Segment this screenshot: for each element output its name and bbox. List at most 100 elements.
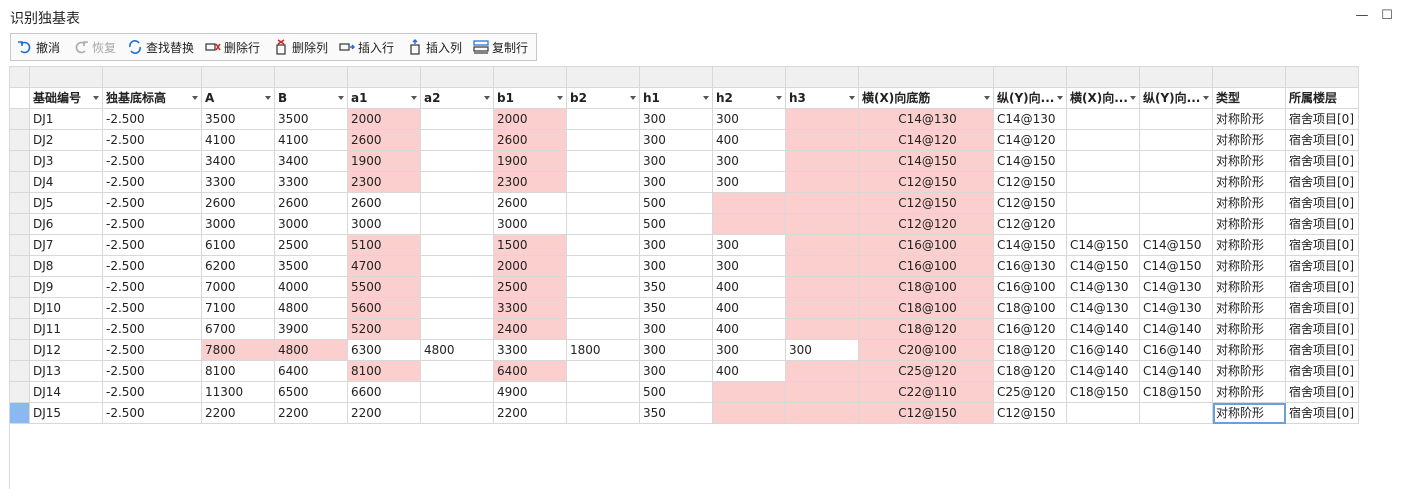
table-cell[interactable] [1066, 213, 1140, 235]
table-cell[interactable] [785, 318, 859, 340]
table-cell[interactable]: C14@130 [1066, 276, 1140, 298]
table-cell[interactable]: 2600 [493, 192, 567, 214]
table-cell[interactable]: DJ8 [29, 255, 103, 277]
table-cell[interactable]: 3000 [201, 213, 275, 235]
table-cell[interactable]: 3500 [274, 108, 348, 130]
filter-dropdown-icon[interactable] [703, 96, 709, 100]
table-cell[interactable]: C14@140 [1066, 318, 1140, 340]
column-header[interactable]: a1 [347, 87, 421, 109]
table-cell[interactable]: 2300 [493, 171, 567, 193]
table-cell[interactable]: C14@130 [993, 108, 1067, 130]
table-cell[interactable]: 4900 [493, 381, 567, 403]
table-cell[interactable]: -2.500 [102, 213, 202, 235]
column-selector[interactable] [29, 66, 103, 88]
table-row[interactable]: DJ11 -2.500 6700 3900 5200 2400 300 400 C18@120 C… [9, 318, 1359, 340]
table-cell[interactable]: 对称阶形 [1212, 171, 1286, 193]
table-cell[interactable]: 350 [639, 297, 713, 319]
table-cell[interactable] [566, 171, 640, 193]
table-cell[interactable] [566, 192, 640, 214]
table-cell[interactable]: 300 [639, 255, 713, 277]
table-cell[interactable]: C12@150 [858, 192, 994, 214]
table-row[interactable]: DJ12 -2.500 7800 4800 6300 4800 3300 1800 300 300… [9, 339, 1359, 361]
table-cell[interactable]: DJ13 [29, 360, 103, 382]
table-cell[interactable] [420, 276, 494, 298]
column-selector[interactable] [639, 66, 713, 88]
table-cell[interactable] [712, 381, 786, 403]
table-cell[interactable]: 2300 [347, 171, 421, 193]
table-cell[interactable] [566, 276, 640, 298]
table-cell[interactable]: -2.500 [102, 360, 202, 382]
table-row[interactable]: DJ15 -2.500 2200 2200 2200 2200 350 C12@150 C12@… [9, 402, 1359, 424]
table-cell[interactable] [1139, 129, 1213, 151]
table-cell[interactable] [566, 255, 640, 277]
table-row[interactable]: DJ10 -2.500 7100 4800 5600 3300 350 400 C18@100 C… [9, 297, 1359, 319]
row-header[interactable] [9, 276, 30, 298]
row-header[interactable] [9, 150, 30, 172]
table-cell[interactable]: 500 [639, 381, 713, 403]
table-cell[interactable]: DJ9 [29, 276, 103, 298]
table-cell[interactable]: -2.500 [102, 129, 202, 151]
table-cell[interactable]: 对称阶形 [1212, 276, 1286, 298]
table-cell[interactable] [420, 297, 494, 319]
table-cell[interactable]: DJ10 [29, 297, 103, 319]
table-cell[interactable]: 1900 [347, 150, 421, 172]
table-cell[interactable]: C18@150 [1066, 381, 1140, 403]
insert-row-button[interactable]: 插入行 [339, 34, 394, 60]
redo-button[interactable]: 恢复 [73, 34, 116, 60]
table-cell[interactable]: 1800 [566, 339, 640, 361]
table-cell[interactable]: C14@130 [1139, 276, 1213, 298]
filter-dropdown-icon[interactable] [630, 96, 636, 100]
column-selector[interactable] [858, 66, 994, 88]
table-cell[interactable]: 对称阶形 [1212, 129, 1286, 151]
table-cell[interactable]: 2600 [347, 192, 421, 214]
undo-button[interactable]: 撤消 [17, 34, 60, 60]
filter-dropdown-icon[interactable] [411, 96, 417, 100]
table-cell[interactable]: 对称阶形 [1212, 192, 1286, 214]
table-cell[interactable]: 2600 [274, 192, 348, 214]
table-cell[interactable] [566, 234, 640, 256]
table-cell[interactable]: 对称阶形 [1212, 339, 1286, 361]
table-cell[interactable] [566, 318, 640, 340]
table-cell[interactable]: 400 [712, 297, 786, 319]
table-cell[interactable]: -2.500 [102, 381, 202, 403]
table-cell[interactable]: 1900 [493, 150, 567, 172]
maximize-button[interactable]: ☐ [1376, 6, 1398, 26]
table-cell[interactable]: 4800 [274, 339, 348, 361]
table-cell[interactable]: DJ4 [29, 171, 103, 193]
table-cell[interactable]: DJ15 [29, 402, 103, 424]
table-cell[interactable]: 宿舍项目[0] [1285, 213, 1359, 235]
table-cell[interactable]: C14@150 [993, 234, 1067, 256]
table-row[interactable]: DJ9 -2.500 7000 4000 5500 2500 350 400 C18@100 C1… [9, 276, 1359, 298]
table-cell[interactable]: C12@120 [858, 213, 994, 235]
table-cell[interactable]: 对称阶形 [1212, 360, 1286, 382]
table-cell[interactable]: C12@150 [993, 402, 1067, 424]
table-cell[interactable] [785, 360, 859, 382]
table-cell[interactable]: 400 [712, 360, 786, 382]
table-cell[interactable]: C16@100 [858, 255, 994, 277]
table-cell[interactable]: C16@140 [1066, 339, 1140, 361]
table-cell[interactable]: -2.500 [102, 150, 202, 172]
table-cell[interactable]: C18@120 [993, 339, 1067, 361]
column-header[interactable]: b1 [493, 87, 567, 109]
table-row[interactable]: DJ6 -2.500 3000 3000 3000 3000 500 C12@120 C12@1… [9, 213, 1359, 235]
table-cell[interactable]: 对称阶形 [1212, 297, 1286, 319]
table-cell[interactable]: C14@140 [1139, 360, 1213, 382]
table-cell[interactable]: C14@130 [1139, 297, 1213, 319]
row-header[interactable] [9, 402, 30, 424]
filter-dropdown-icon[interactable] [338, 96, 344, 100]
table-cell[interactable]: -2.500 [102, 108, 202, 130]
filter-dropdown-icon[interactable] [1203, 96, 1209, 100]
table-cell[interactable]: 2200 [347, 402, 421, 424]
table-cell[interactable]: 6400 [493, 360, 567, 382]
column-selector[interactable] [993, 66, 1067, 88]
table-cell[interactable]: C14@150 [1066, 234, 1140, 256]
table-cell[interactable]: 7000 [201, 276, 275, 298]
table-cell[interactable] [420, 360, 494, 382]
table-cell[interactable]: C25@120 [993, 381, 1067, 403]
table-cell[interactable]: 350 [639, 276, 713, 298]
table-cell[interactable] [1066, 150, 1140, 172]
table-cell[interactable]: -2.500 [102, 318, 202, 340]
table-cell[interactable]: 对称阶形 [1212, 255, 1286, 277]
table-cell[interactable]: 宿舍项目[0] [1285, 150, 1359, 172]
table-cell[interactable] [1139, 402, 1213, 424]
